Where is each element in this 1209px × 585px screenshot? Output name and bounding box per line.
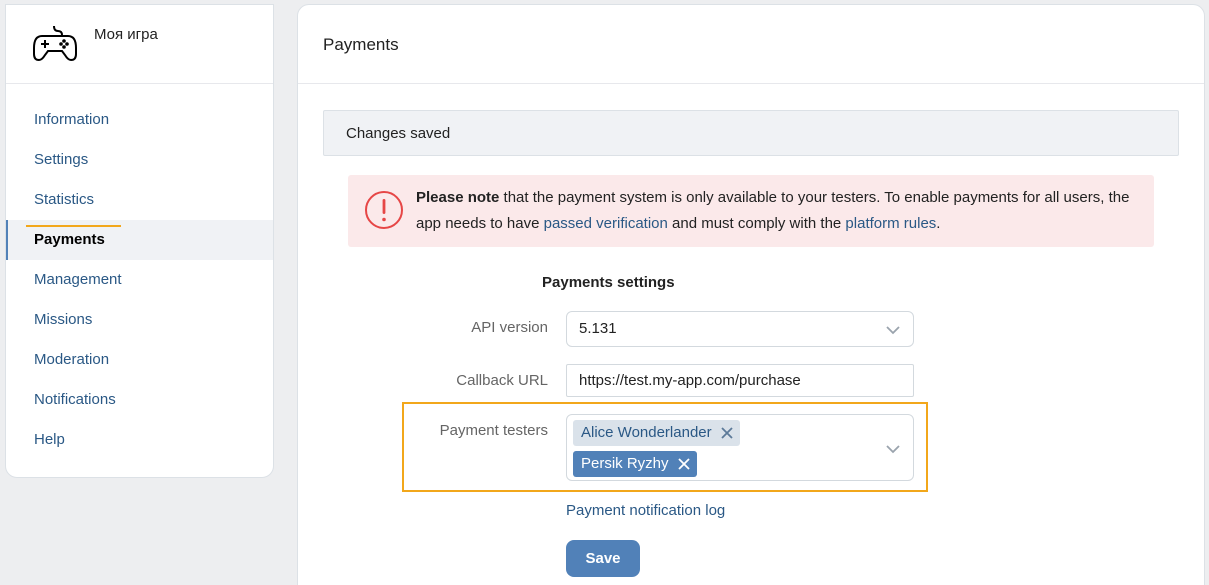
payment-notification-log-link[interactable]: Payment notification log <box>566 502 725 519</box>
tester-chip-label: Alice Wonderlander <box>581 424 712 441</box>
payment-note-alert: Please note that the payment system is o… <box>348 175 1154 247</box>
sidebar-item-management[interactable]: Management <box>6 260 273 300</box>
sidebar-item-statistics[interactable]: Statistics <box>6 180 273 220</box>
changes-saved-banner: Changes saved <box>323 110 1179 156</box>
active-indicator <box>26 225 121 227</box>
sidebar-item-information[interactable]: Information <box>6 100 273 140</box>
chevron-down-icon <box>886 326 900 335</box>
sidebar: Моя игра Information Settings Statistics… <box>5 4 274 478</box>
callback-url-label: Callback URL <box>456 372 548 389</box>
passed-verification-link[interactable]: passed verification <box>544 215 668 232</box>
sidebar-item-label: Payments <box>34 231 105 248</box>
api-version-label: API version <box>471 319 548 336</box>
platform-rules-link[interactable]: platform rules <box>845 215 936 232</box>
tester-chip: Alice Wonderlander <box>573 420 740 446</box>
main-panel: Payments Changes saved Please note that … <box>297 4 1205 585</box>
callback-url-input[interactable] <box>567 365 913 396</box>
remove-tester-icon[interactable] <box>720 426 734 440</box>
tester-chip: Persik Ryzhy <box>573 451 697 477</box>
app-title: Моя игра <box>94 26 158 43</box>
callback-url-field[interactable] <box>566 364 914 397</box>
note-text-part3: . <box>936 215 941 232</box>
sidebar-item-help[interactable]: Help <box>6 420 273 460</box>
tester-chip-label: Persik Ryzhy <box>581 455 669 472</box>
payment-testers-label: Payment testers <box>439 422 548 439</box>
chevron-down-icon <box>886 445 900 454</box>
api-version-select[interactable]: 5.131 <box>566 311 914 347</box>
sidebar-item-payments[interactable]: Payments <box>6 220 273 260</box>
save-button[interactable]: Save <box>566 540 640 577</box>
main-header: Payments <box>298 5 1204 84</box>
sidebar-item-notifications[interactable]: Notifications <box>6 380 273 420</box>
note-text: Please note that the payment system is o… <box>416 185 1136 237</box>
note-bold: Please note <box>416 189 500 206</box>
alert-circle-icon <box>365 191 403 229</box>
sidebar-nav: Information Settings Statistics Payments… <box>6 84 273 460</box>
sidebar-item-settings[interactable]: Settings <box>6 140 273 180</box>
app-header: Моя игра <box>6 5 273 84</box>
payments-settings-title: Payments settings <box>542 274 675 291</box>
gamepad-icon <box>32 22 78 64</box>
note-text-part2: and must comply with the <box>667 215 846 232</box>
remove-tester-icon[interactable] <box>677 457 691 471</box>
sidebar-item-moderation[interactable]: Moderation <box>6 340 273 380</box>
api-version-value: 5.131 <box>579 320 617 337</box>
changes-saved-text: Changes saved <box>346 125 451 142</box>
page-title: Payments <box>323 35 399 54</box>
payment-testers-select[interactable]: Alice Wonderlander Persik Ryzhy <box>566 414 914 481</box>
sidebar-item-missions[interactable]: Missions <box>6 300 273 340</box>
